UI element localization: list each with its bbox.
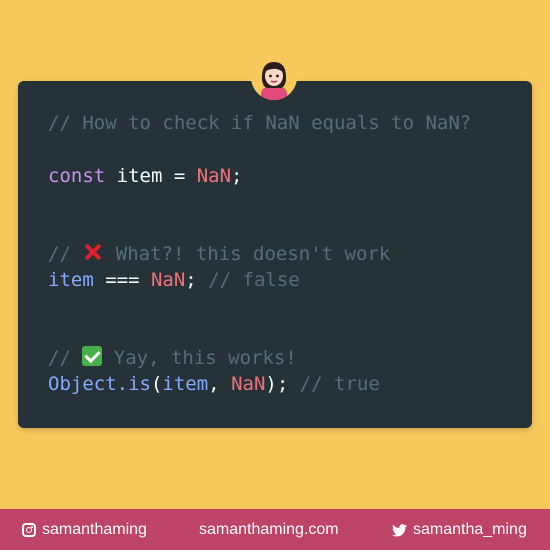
- cross-mark-icon: [82, 241, 104, 263]
- comment-line-wrong: // What?! this doesn't work: [48, 241, 390, 267]
- paren-open: (: [150, 373, 163, 395]
- comment-text: What?! this doesn't work: [104, 243, 391, 265]
- twitter-link[interactable]: samantha_ming: [392, 520, 527, 540]
- footer-bar: samanthaming samanthaming.com samantha_m…: [0, 509, 550, 550]
- semicolon: ;: [231, 165, 243, 187]
- keyword-const: const: [48, 165, 106, 187]
- variable-item: item: [48, 269, 94, 291]
- result-comment: // false: [196, 269, 300, 291]
- website-link[interactable]: samanthaming.com: [199, 520, 339, 540]
- avatar-icon: [251, 54, 297, 100]
- code-line-const: const item = NaN;: [48, 163, 243, 189]
- comment-prefix: //: [48, 243, 83, 265]
- variable-item: item =: [105, 165, 197, 187]
- strict-equal-operator: ===: [93, 269, 151, 291]
- website-url: samanthaming.com: [199, 521, 339, 538]
- instagram-icon: [22, 523, 36, 537]
- nan-value: NaN: [231, 373, 266, 395]
- result-comment: // true: [288, 373, 380, 395]
- comment-line-right: // Yay, this works!: [48, 345, 297, 371]
- comment-line: // How to check if NaN equals to NaN?: [48, 112, 472, 134]
- comment-prefix: //: [48, 347, 83, 369]
- semicolon: ;: [185, 269, 197, 291]
- code-line-object-is: Object.is(item, NaN); // true: [48, 371, 380, 397]
- separator: ,: [208, 373, 232, 395]
- code-line-strict-equal: item === NaN; // false: [48, 267, 300, 293]
- nan-value: NaN: [150, 269, 186, 291]
- twitter-icon: [392, 523, 407, 536]
- check-mark-icon: [82, 346, 103, 366]
- nan-value: NaN: [196, 165, 232, 187]
- paren-close: );: [265, 373, 289, 395]
- variable-item: item: [162, 373, 209, 395]
- comment-text: Yay, this works!: [102, 347, 297, 369]
- object-is-call: Object.is: [48, 373, 151, 395]
- instagram-handle: samanthaming: [42, 521, 147, 538]
- instagram-link[interactable]: samanthaming: [22, 520, 147, 540]
- twitter-handle: samantha_ming: [413, 521, 527, 538]
